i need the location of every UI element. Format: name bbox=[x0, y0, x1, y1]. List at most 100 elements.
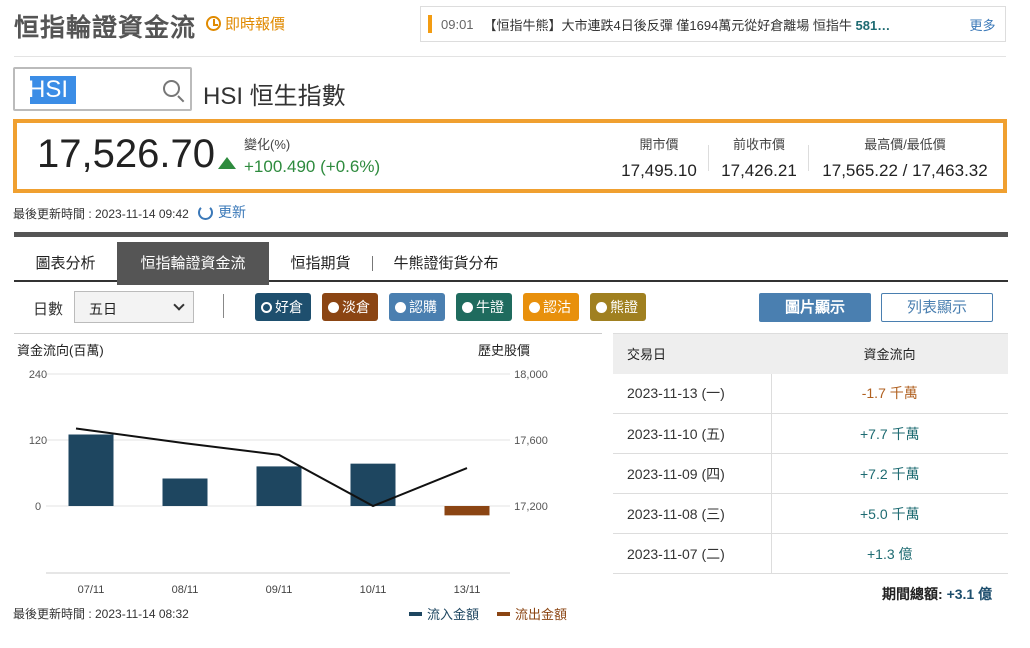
y-tick-left: 240 bbox=[29, 369, 47, 381]
divider bbox=[708, 145, 709, 171]
ticker-headline[interactable]: 【恒指牛熊】大市連跌4日後反彈 僅1694萬元從好倉離場 恒指牛 581… bbox=[484, 15, 962, 34]
radio-icon bbox=[596, 301, 607, 313]
row-flow: -1.7 千萬 bbox=[771, 373, 1008, 414]
legend-outflow: 流出金額 bbox=[497, 604, 567, 623]
filter-label: 熊證 bbox=[610, 299, 638, 315]
clock-icon bbox=[206, 16, 221, 31]
refresh-label: 更新 bbox=[218, 204, 246, 220]
row-flow: +7.2 千萬 bbox=[771, 453, 1008, 494]
refresh-button[interactable]: 更新 bbox=[198, 202, 246, 222]
realtime-quote-link[interactable]: 即時報價 bbox=[206, 13, 285, 34]
chart-update-time: 最後更新時間 : 2023-11-14 08:32 bbox=[13, 607, 189, 621]
period-total: 期間總額: +3.1 億 bbox=[882, 584, 992, 604]
filter-label: 認購 bbox=[409, 299, 437, 315]
ticker-bar bbox=[428, 15, 432, 33]
col-flow: 資金流向 bbox=[771, 333, 1008, 374]
open-label: 開市價 bbox=[639, 137, 679, 152]
tab-cbbc-distribution[interactable]: 牛熊證街貨分布 bbox=[382, 242, 510, 285]
days-label: 日數 bbox=[33, 301, 64, 318]
filter-bull[interactable]: 牛證 bbox=[456, 293, 512, 321]
range-value: 17,565.22 / 17,463.32 bbox=[822, 161, 988, 180]
days-select[interactable]: 五日 bbox=[74, 291, 194, 323]
y-tick-left: 0 bbox=[35, 501, 41, 513]
radio-icon bbox=[395, 301, 406, 313]
row-date: 2023-11-07 (二) bbox=[613, 533, 772, 574]
table-row: 2023-11-13 (一) -1.7 千萬 bbox=[613, 373, 1008, 414]
y-tick-right: 18,000 bbox=[514, 369, 548, 381]
x-tick-label: 09/11 bbox=[266, 584, 293, 596]
right-axis-label: 歷史股價 bbox=[478, 343, 531, 358]
table-row: 2023-11-08 (三) +5.0 千萬 bbox=[613, 493, 1008, 534]
search-icon[interactable] bbox=[163, 80, 180, 97]
inflow-bar bbox=[68, 434, 114, 506]
ticker-headline-bold: 581… bbox=[855, 17, 891, 33]
tab-warrant-flow[interactable]: 恒指輪證資金流 bbox=[117, 242, 269, 285]
radio-selected-icon bbox=[261, 301, 272, 313]
up-arrow-icon bbox=[218, 157, 236, 169]
x-tick-label: 08/11 bbox=[172, 584, 199, 596]
legend-inflow: 流入金額 bbox=[409, 604, 479, 623]
legend-label: 流入金額 bbox=[427, 607, 480, 622]
filter-short[interactable]: 淡倉 bbox=[322, 293, 378, 321]
radio-icon bbox=[462, 301, 473, 313]
current-price: 17,526.70 bbox=[37, 132, 215, 176]
news-ticker[interactable]: 09:01 【恒指牛熊】大市連跌4日後反彈 僅1694萬元從好倉離場 恒指牛 5… bbox=[420, 6, 1006, 42]
more-link[interactable]: 更多 bbox=[970, 15, 996, 34]
y-tick-right: 17,600 bbox=[514, 435, 548, 447]
tab-separator bbox=[372, 256, 373, 271]
flow-table: 交易日 資金流向 2023-11-13 (一) -1.7 千萬 2023-11-10… bbox=[613, 333, 1008, 574]
x-tick-label: 07/11 bbox=[78, 584, 105, 596]
page-title: 恒指輪證資金流 bbox=[14, 14, 197, 42]
legend-swatch bbox=[409, 611, 422, 616]
total-label: 期間總額: bbox=[882, 586, 943, 602]
filter-label: 牛證 bbox=[476, 299, 504, 315]
divider bbox=[808, 145, 809, 171]
list-view-button[interactable]: 列表顯示 bbox=[881, 293, 993, 322]
last-update-time: 最後更新時間 : 2023-11-14 09:42 bbox=[13, 207, 189, 221]
filter-put[interactable]: 認沽 bbox=[523, 293, 579, 321]
filter-bear[interactable]: 熊證 bbox=[590, 293, 646, 321]
tab-hsi-futures[interactable]: 恒指期貨 bbox=[278, 242, 363, 285]
table-row: 2023-11-07 (二) +1.3 億 bbox=[613, 533, 1008, 574]
table-row: 2023-11-10 (五) +7.7 千萬 bbox=[613, 413, 1008, 454]
flow-chart: 240 120 0 18,000 17,600 17,200 07/11 08/11 09/11… bbox=[29, 369, 548, 596]
x-tick-label: 13/11 bbox=[454, 584, 481, 596]
filter-long[interactable]: 好倉 bbox=[255, 293, 311, 321]
legend-swatch bbox=[497, 611, 510, 616]
inflow-bar bbox=[162, 478, 208, 506]
prev-value: 17,426.21 bbox=[721, 161, 797, 180]
change-label: 變化(%) bbox=[244, 137, 291, 152]
range-label: 最高價/最低價 bbox=[864, 137, 946, 152]
ticker-time: 09:01 bbox=[441, 16, 474, 32]
x-tick-label: 10/11 bbox=[360, 584, 387, 596]
col-date: 交易日 bbox=[613, 333, 771, 374]
total-value: +3.1 億 bbox=[946, 586, 993, 602]
filter-label: 好倉 bbox=[275, 299, 303, 315]
search-box[interactable] bbox=[13, 67, 192, 111]
row-date: 2023-11-13 (一) bbox=[613, 373, 772, 414]
filter-label: 認沽 bbox=[543, 299, 571, 315]
legend-label: 流出金額 bbox=[515, 607, 568, 622]
change-value: +100.490 (+0.6%) bbox=[244, 157, 381, 176]
left-axis-label: 資金流向(百萬) bbox=[17, 343, 104, 358]
outflow-bar bbox=[444, 506, 490, 516]
y-tick-right: 17,200 bbox=[514, 501, 548, 513]
row-date: 2023-11-10 (五) bbox=[613, 413, 772, 454]
row-date: 2023-11-08 (三) bbox=[613, 493, 772, 534]
chart-view-button[interactable]: 圖片顯示 bbox=[759, 293, 871, 322]
filter-call[interactable]: 認購 bbox=[389, 293, 445, 321]
divider bbox=[14, 56, 1006, 57]
row-flow: +5.0 千萬 bbox=[771, 493, 1008, 534]
tab-chart-analysis[interactable]: 圖表分析 bbox=[14, 242, 117, 285]
filter-label: 淡倉 bbox=[342, 299, 370, 315]
tab-bar: 圖表分析 恒指輪證資金流 恒指期貨 牛熊證街貨分布 bbox=[14, 232, 1008, 285]
stock-name: HSI 恒生指數 bbox=[203, 83, 346, 110]
ticker-headline-text: 【恒指牛熊】大市連跌4日後反彈 僅1694萬元從好倉離場 恒指牛 bbox=[483, 17, 852, 33]
divider bbox=[223, 294, 224, 318]
refresh-icon bbox=[198, 204, 213, 220]
search-input[interactable] bbox=[28, 76, 158, 104]
chevron-down-icon bbox=[173, 299, 185, 311]
high-low: 最高價/最低價 17,565.22 / 17,463.32 bbox=[816, 134, 994, 181]
y-tick-left: 120 bbox=[29, 435, 47, 447]
divider bbox=[14, 333, 602, 334]
